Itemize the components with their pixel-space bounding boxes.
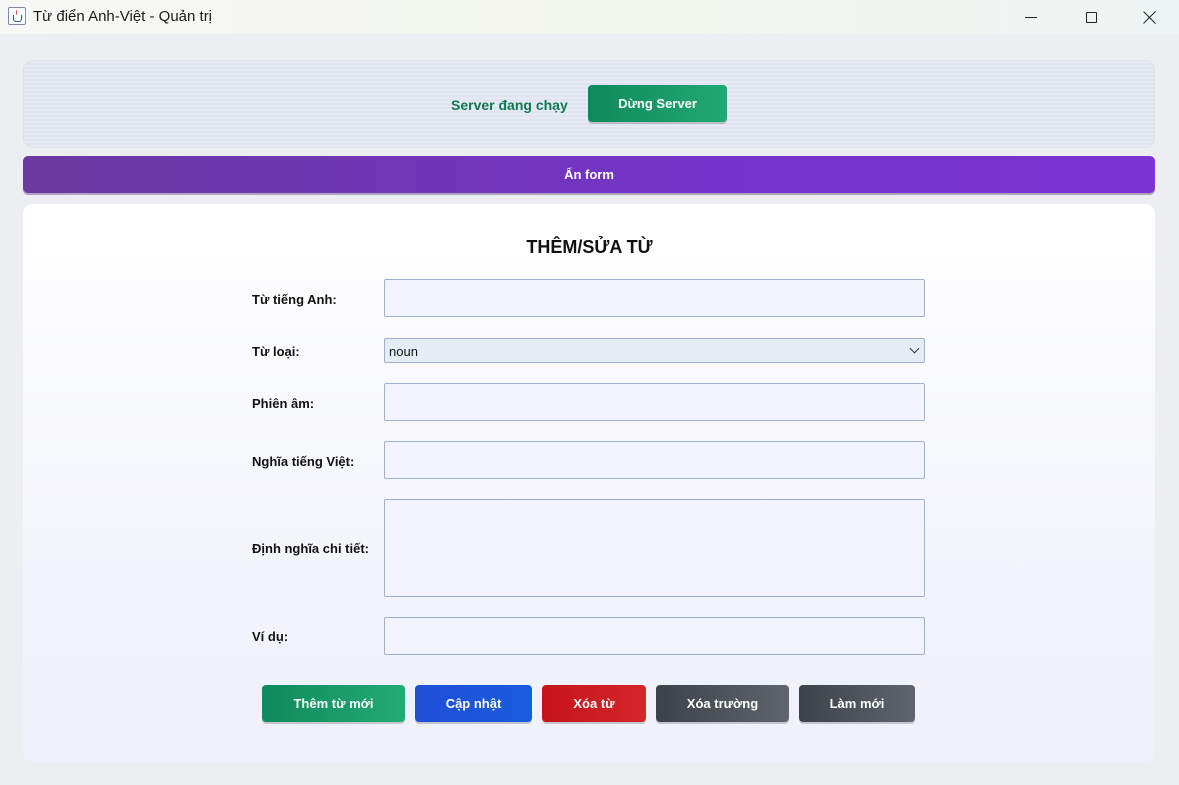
vietnamese-meaning-input[interactable]	[384, 441, 925, 479]
clear-fields-button[interactable]: Xóa trường	[656, 685, 789, 722]
example-label: Ví dụ:	[252, 629, 289, 644]
word-type-selected-value: noun	[389, 344, 418, 359]
maximize-button[interactable]	[1062, 0, 1120, 34]
close-button[interactable]	[1120, 0, 1178, 34]
english-word-label: Từ tiếng Anh:	[252, 292, 337, 307]
word-type-label: Từ loại:	[252, 344, 300, 359]
refresh-button[interactable]: Làm mới	[799, 685, 915, 722]
minimize-icon	[1025, 16, 1037, 18]
hide-form-button[interactable]: Ẩn form	[23, 156, 1155, 193]
form-title: THÊM/SỬA TỪ	[526, 237, 653, 257]
phonetic-input[interactable]	[384, 383, 925, 421]
word-type-select[interactable]: noun	[384, 338, 925, 363]
definition-textarea[interactable]	[384, 499, 925, 597]
add-word-button[interactable]: Thêm từ mới	[262, 685, 405, 722]
chevron-down-icon	[909, 343, 920, 354]
close-icon	[1143, 11, 1156, 24]
title-bar[interactable]: Từ điển Anh-Việt - Quản trị	[0, 0, 1179, 34]
definition-label: Định nghĩa chi tiết:	[252, 541, 369, 556]
english-word-input[interactable]	[384, 279, 925, 317]
minimize-button[interactable]	[1002, 0, 1060, 34]
phonetic-label: Phiên âm:	[252, 396, 315, 411]
window-title: Từ điển Anh-Việt - Quản trị	[33, 8, 213, 25]
example-input[interactable]	[384, 617, 925, 655]
delete-word-button[interactable]: Xóa từ	[542, 685, 646, 722]
update-button[interactable]: Cập nhật	[415, 685, 532, 722]
server-status-label: Server đang chạy	[451, 97, 568, 113]
java-coffee-cup-icon	[8, 7, 26, 25]
vietnamese-meaning-label: Nghĩa tiếng Việt:	[252, 454, 355, 469]
maximize-icon	[1085, 11, 1097, 23]
stop-server-button[interactable]: Dừng Server	[588, 85, 727, 122]
